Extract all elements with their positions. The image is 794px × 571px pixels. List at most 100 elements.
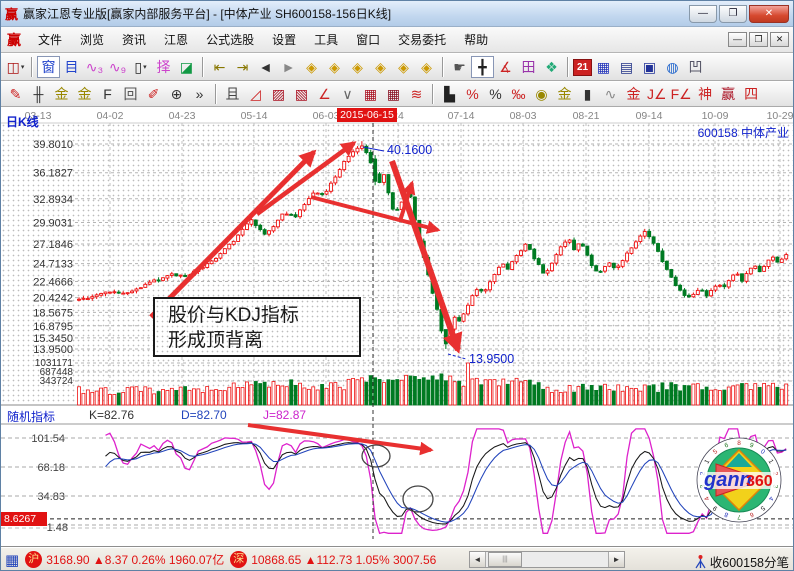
crosshair-icon[interactable]: ╋: [471, 56, 494, 78]
brush-icon[interactable]: ✎: [4, 83, 27, 105]
annotation-text-box: 股价与KDJ指标 形成顶背离: [153, 297, 361, 357]
zoom-window-icon[interactable]: 窗: [37, 56, 60, 78]
save-icon[interactable]: ▣: [638, 56, 661, 78]
more-tools-icon[interactable]: »: [188, 83, 211, 105]
percent-line-icon[interactable]: %: [461, 83, 484, 105]
zoom-out-icon[interactable]: ◈: [392, 56, 415, 78]
compress-h-icon[interactable]: ◈: [369, 56, 392, 78]
permille-icon[interactable]: ‰: [507, 83, 530, 105]
first-bar-icon[interactable]: ⇤: [208, 56, 231, 78]
restore-button[interactable]: ❐: [719, 5, 747, 23]
color-histogram-icon[interactable]: ◪: [175, 56, 198, 78]
zoom-in-icon[interactable]: ◈: [415, 56, 438, 78]
menu-item-文件[interactable]: 文件: [29, 28, 71, 51]
quote-table-icon[interactable]: ▦: [5, 551, 19, 569]
mdi-close-button[interactable]: ✕: [770, 32, 789, 47]
spiral-icon[interactable]: 回: [119, 83, 142, 105]
gann-wheel-icon[interactable]: 田: [517, 56, 540, 78]
expand-h-icon[interactable]: ◈: [346, 56, 369, 78]
f-angle-icon[interactable]: F∠: [669, 83, 694, 105]
web-icon[interactable]: ◍: [661, 56, 684, 78]
scroll-left-button[interactable]: ◄: [470, 552, 486, 567]
kline-style-icon[interactable]: ◫▾: [4, 56, 27, 78]
kdj-j-value: J=82.87: [263, 408, 306, 422]
knot-icon[interactable]: ❖: [540, 56, 563, 78]
menu-item-交易委托[interactable]: 交易委托: [389, 28, 455, 51]
menu-item-资讯[interactable]: 资讯: [113, 28, 155, 51]
square-grid2-icon[interactable]: ▦: [382, 83, 405, 105]
chart-canvas[interactable]: 40.160013.950039.801036.182732.893429.90…: [1, 107, 794, 546]
gold-grid-icon[interactable]: 金: [50, 83, 73, 105]
menu-item-设置[interactable]: 设置: [263, 28, 305, 51]
next-bar-icon[interactable]: ►: [277, 56, 300, 78]
box-select-icon[interactable]: 且: [221, 83, 244, 105]
gold-grid2-icon[interactable]: 金: [73, 83, 96, 105]
angle-lines-icon[interactable]: ∠: [313, 83, 336, 105]
horizontal-scrollbar[interactable]: ◄ ||| ►: [469, 551, 625, 568]
fib-f-icon[interactable]: F: [96, 83, 119, 105]
drag-hand-icon[interactable]: ☛: [448, 56, 471, 78]
menu-item-窗口[interactable]: 窗口: [347, 28, 389, 51]
si-angle-icon[interactable]: 四: [740, 83, 763, 105]
scroll-right-button[interactable]: ►: [608, 552, 624, 567]
candle-pen-icon[interactable]: ▮: [576, 83, 599, 105]
chart-area[interactable]: 40.160013.950039.801036.182732.893429.90…: [1, 107, 794, 546]
calculator-icon[interactable]: ▦: [592, 56, 615, 78]
close-button[interactable]: ✕: [749, 5, 789, 23]
j-angle-icon[interactable]: J∠: [645, 83, 669, 105]
gann-fan-box2-icon[interactable]: ▧: [290, 83, 313, 105]
svg-text:16.8795: 16.8795: [33, 321, 73, 333]
stats-bars-icon[interactable]: ▙: [438, 83, 461, 105]
shen-angle-icon[interactable]: 神: [694, 83, 717, 105]
svg-text:10-09: 10-09: [702, 110, 729, 122]
menu-item-公式选股[interactable]: 公式选股: [197, 28, 263, 51]
gann360-logo: 890123456789432156gann360: [697, 438, 781, 522]
wave-9-icon[interactable]: ∿₉: [106, 56, 129, 78]
prev-bar-icon[interactable]: ◄: [254, 56, 277, 78]
print-icon[interactable]: 凹: [684, 56, 707, 78]
info-panel-icon[interactable]: 目: [60, 56, 83, 78]
minimize-button[interactable]: —: [689, 5, 717, 23]
mdi-minimize-button[interactable]: —: [728, 32, 747, 47]
gold-under-icon[interactable]: 金: [622, 83, 645, 105]
toolbar-separator: [442, 57, 444, 77]
last-bar-icon[interactable]: ⇥: [231, 56, 254, 78]
gold-line-icon[interactable]: 金: [553, 83, 576, 105]
red-pen-icon[interactable]: ✐: [142, 83, 165, 105]
mdi-restore-button[interactable]: ❐: [749, 32, 768, 47]
shift-left-icon[interactable]: ◈: [300, 56, 323, 78]
menu-item-浏览[interactable]: 浏览: [71, 28, 113, 51]
candle-tool-icon[interactable]: ▯▾: [129, 56, 152, 78]
toolbar-drawing: ✎╫金金F回✐⊕»且◿▨▧∠∨▦▦≋▙%%‰◉金▮∿金J∠F∠神赢四: [1, 81, 793, 107]
gold-circle-icon[interactable]: ◉: [530, 83, 553, 105]
pattern-search-icon[interactable]: 择: [152, 56, 175, 78]
wave-3-icon[interactable]: ∿₃: [83, 56, 106, 78]
grid-lines-icon[interactable]: ╫: [27, 83, 50, 105]
calendar-icon[interactable]: 21: [573, 59, 592, 76]
parallel-lines-icon[interactable]: ≋: [405, 83, 428, 105]
svg-text:34.83: 34.83: [37, 491, 65, 503]
menu-item-帮助[interactable]: 帮助: [455, 28, 497, 51]
ying-angle-icon[interactable]: 赢: [717, 83, 740, 105]
toolbar-separator: [567, 57, 569, 77]
angle-measure-icon[interactable]: ∡: [494, 56, 517, 78]
svg-text:13.9500: 13.9500: [33, 344, 73, 356]
svg-text:343724: 343724: [40, 376, 74, 387]
square-grid-icon[interactable]: ▦: [359, 83, 382, 105]
percent-icon[interactable]: %: [484, 83, 507, 105]
status-bar: ▦ 沪 3168.90 ▲8.37 0.26% 1960.07亿 深 10868…: [1, 546, 793, 571]
wave-channel-icon[interactable]: ∿: [599, 83, 622, 105]
cycle-circle-icon[interactable]: ⊕: [165, 83, 188, 105]
menu-items: 文件浏览资讯江恩公式选股设置工具窗口交易委托帮助: [29, 28, 497, 51]
shift-right-icon[interactable]: ◈: [323, 56, 346, 78]
shanghai-index-icon: 沪: [25, 551, 42, 568]
menu-item-工具[interactable]: 工具: [305, 28, 347, 51]
notes-icon[interactable]: ▤: [615, 56, 638, 78]
svg-text:36.1827: 36.1827: [33, 168, 73, 180]
valley-lines-icon[interactable]: ∨: [336, 83, 359, 105]
window-title: 赢家江恩专业版[赢家内部服务平台] - [中体产业 SH600158-156日K…: [23, 5, 687, 22]
fan-lines-icon[interactable]: ◿: [244, 83, 267, 105]
gann-fan-box-icon[interactable]: ▨: [267, 83, 290, 105]
menu-item-江恩[interactable]: 江恩: [155, 28, 197, 51]
scroll-thumb[interactable]: |||: [488, 552, 522, 567]
